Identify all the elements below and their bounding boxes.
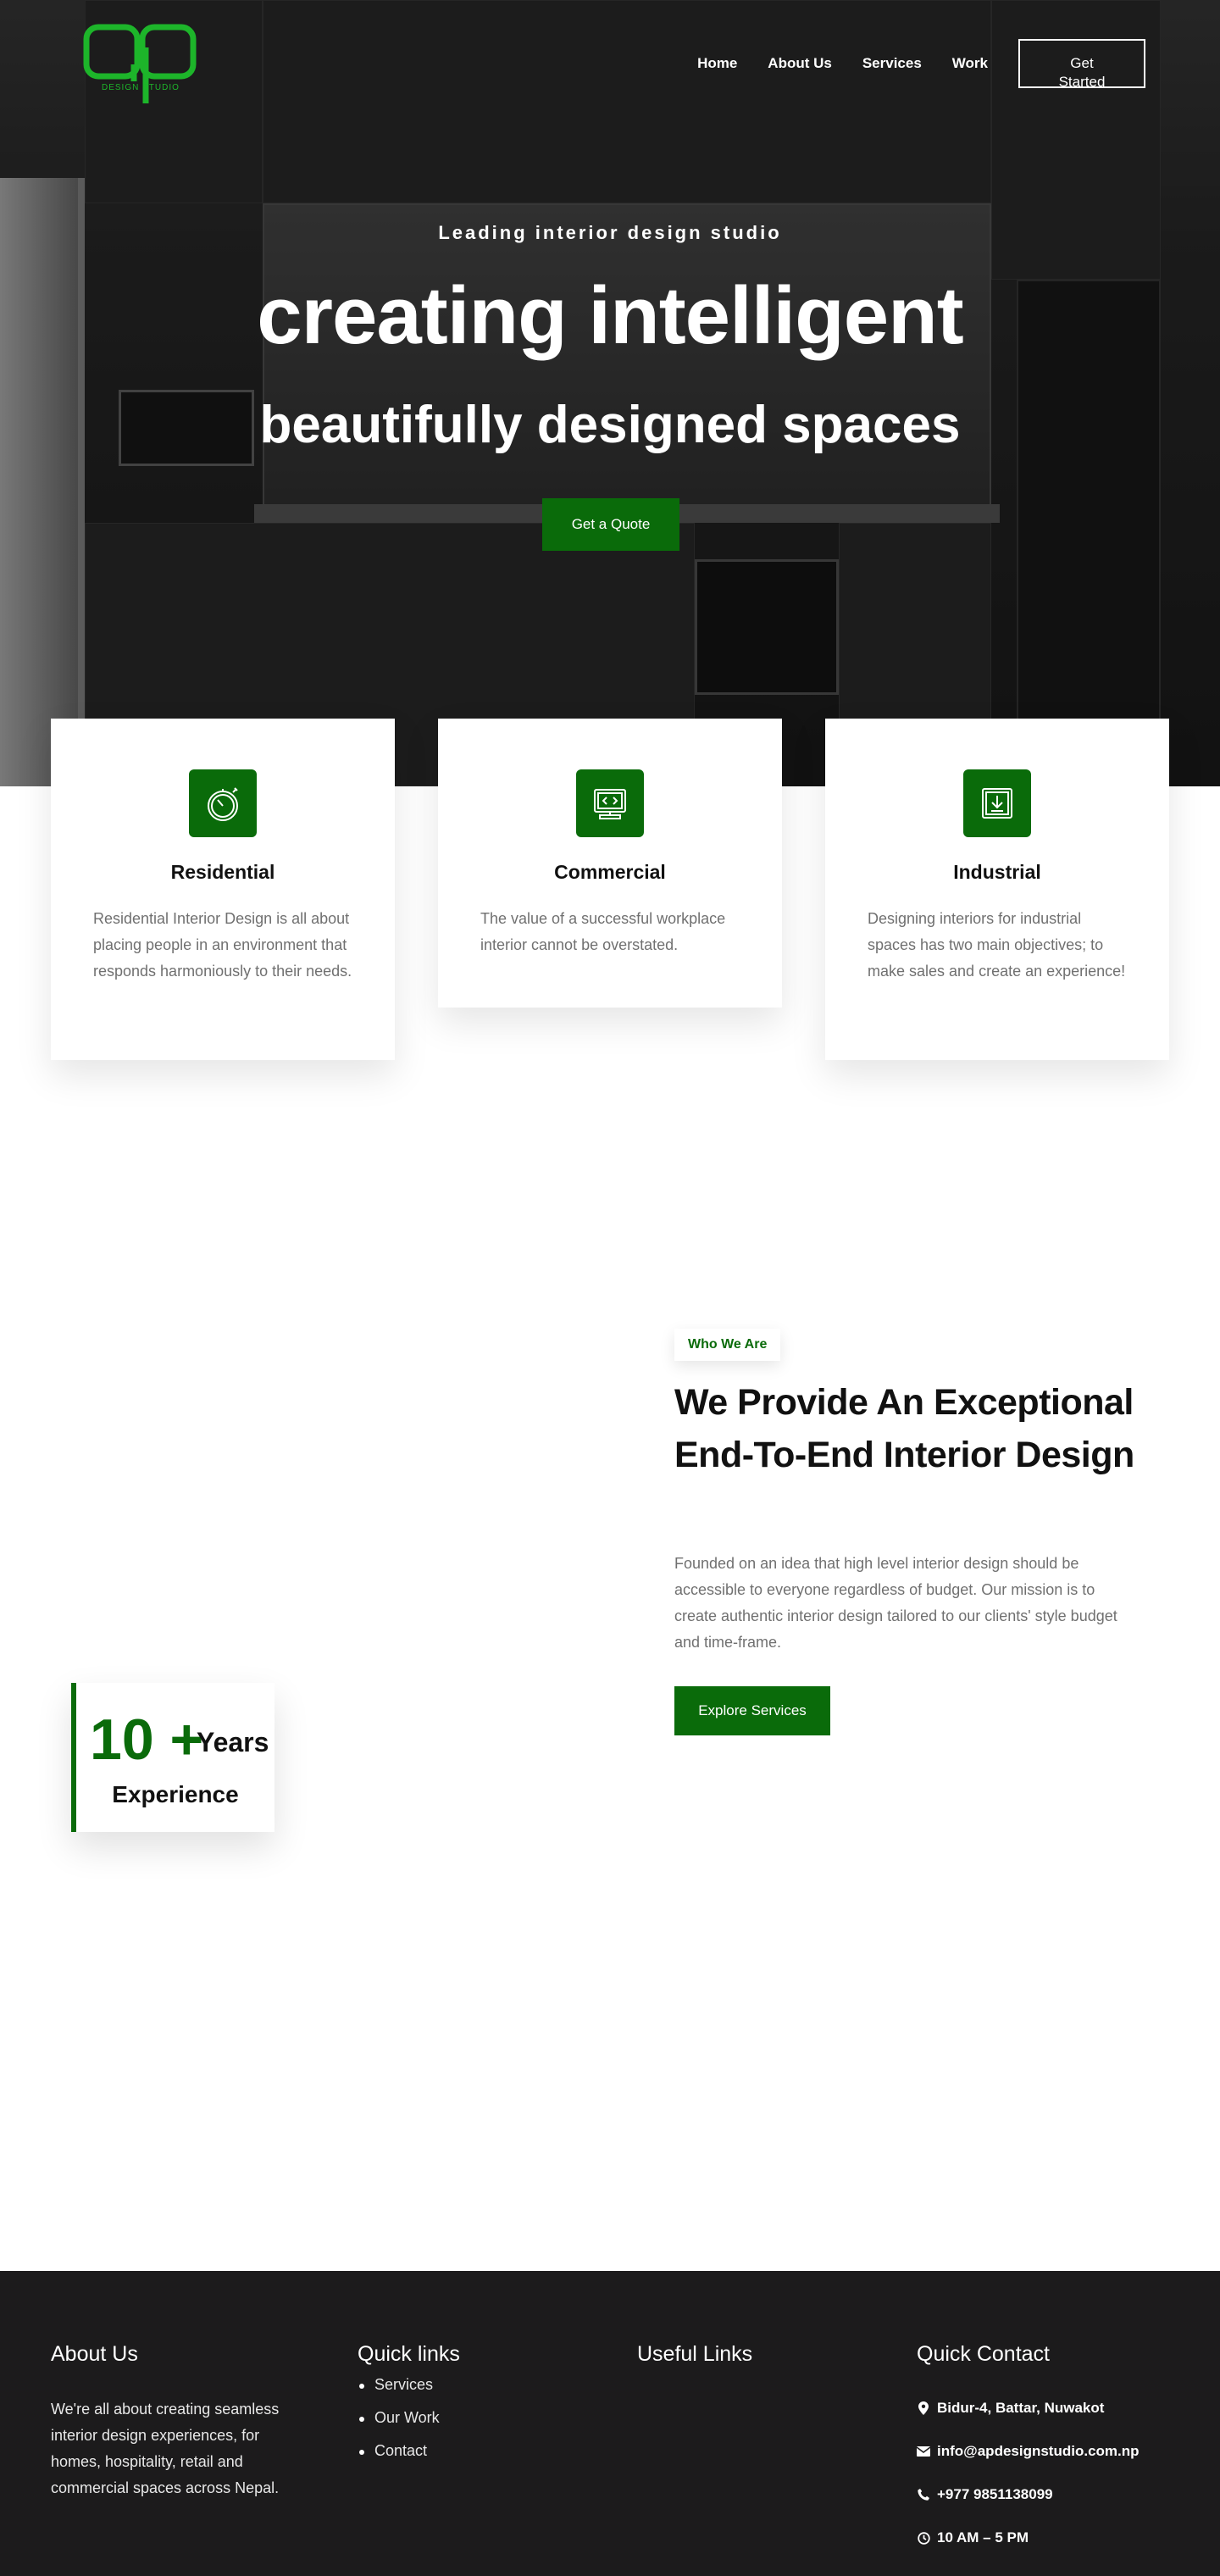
logo[interactable]: DESIGN STUDIO	[81, 22, 205, 107]
service-title: Commercial	[554, 861, 666, 883]
experience-unit: Years	[197, 1727, 269, 1757]
contact-address: Bidur-4, Battar, Nuwakot	[917, 2400, 1104, 2417]
monitor-code-icon	[576, 769, 644, 837]
envelope-icon	[917, 2445, 930, 2458]
service-description: The value of a successful workplace inte…	[480, 910, 726, 953]
experience-badge: 10 + Years Experience	[71, 1683, 274, 1832]
quick-links-list: Services Our Work Contact	[358, 2376, 527, 2475]
service-description: Residential Interior Design is all about…	[93, 910, 352, 980]
contact-phone-text: +977 9851138099	[937, 2486, 1053, 2502]
service-card-residential[interactable]: Residential Residential Interior Design …	[51, 719, 395, 1060]
experience-label: Experience	[112, 1781, 239, 1807]
who-we-are-tag: Who We Are	[674, 1329, 781, 1361]
about-text: Founded on an idea that high level inter…	[674, 1555, 1117, 1651]
get-started-button[interactable]: Get Started	[1018, 39, 1145, 90]
footer-about-title: About Us	[51, 2342, 138, 2366]
main-nav: Home About Us Services Work Get Started	[697, 39, 1145, 90]
get-quote-button[interactable]: Get a Quote	[542, 498, 679, 551]
logo-subtitle: DESIGN STUDIO	[102, 83, 180, 92]
stopwatch-icon	[189, 769, 257, 837]
contact-address-text: Bidur-4, Battar, Nuwakot	[937, 2400, 1105, 2416]
footer-about-text: We're all about creating seamless interi…	[51, 2401, 280, 2496]
service-description: Designing interiors for industrial space…	[868, 910, 1126, 980]
contact-email[interactable]: info@apdesignstudio.com.np	[917, 2443, 1140, 2460]
nav-services[interactable]: Services	[862, 55, 922, 72]
footer-contact-title: Quick Contact	[917, 2342, 1051, 2366]
service-card-industrial[interactable]: Industrial Designing interiors for indus…	[825, 719, 1169, 1060]
footer-quick-links-title: Quick links	[358, 2342, 460, 2366]
nav-work[interactable]: Work	[952, 55, 988, 72]
contact-phone[interactable]: +977 9851138099	[917, 2486, 1053, 2503]
about-heading: We Provide An Exceptional End-To-End Int…	[674, 1382, 1134, 1475]
download-box-icon	[963, 769, 1031, 837]
map-pin-icon	[917, 2401, 930, 2415]
service-title: Industrial	[953, 861, 1041, 883]
service-card-commercial[interactable]: Commercial The value of a successful wor…	[438, 719, 782, 1008]
footer-useful-links-title: Useful Links	[637, 2342, 753, 2366]
contact-email-text: info@apdesignstudio.com.np	[937, 2443, 1140, 2459]
contact-hours: 10 AM – 5 PM	[917, 2529, 1029, 2546]
quick-link-services[interactable]: Services	[358, 2376, 527, 2394]
service-title: Residential	[170, 861, 275, 883]
hero-subheadline: beautifully designed spaces	[259, 396, 961, 454]
hero-section: DESIGN STUDIO Home About Us Services Wor…	[0, 0, 1220, 786]
nav-about-us[interactable]: About Us	[768, 55, 832, 72]
hero-headline: creating intelligent	[257, 270, 963, 361]
explore-services-button[interactable]: Explore Services	[674, 1686, 830, 1735]
clock-icon	[917, 2531, 930, 2545]
phone-icon	[917, 2488, 930, 2501]
quick-link-our-work[interactable]: Our Work	[358, 2409, 527, 2427]
hero-eyebrow: Leading interior design studio	[438, 222, 782, 243]
experience-number: 10 +	[90, 1707, 204, 1772]
contact-hours-text: 10 AM – 5 PM	[937, 2529, 1029, 2545]
footer: About Us We're all about creating seamle…	[0, 2271, 1220, 2576]
nav-home[interactable]: Home	[697, 55, 737, 72]
hero-overlay	[0, 0, 1220, 786]
quick-link-contact[interactable]: Contact	[358, 2442, 527, 2460]
